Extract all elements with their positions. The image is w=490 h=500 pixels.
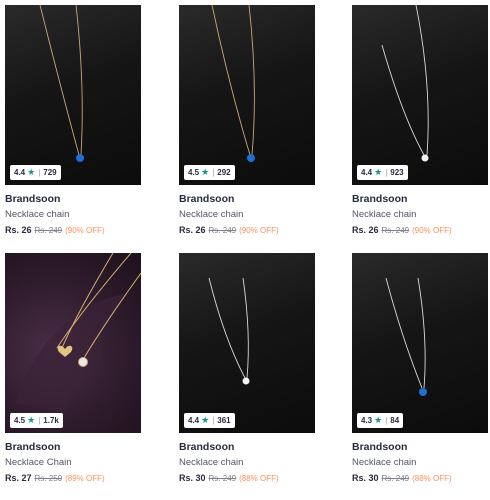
product-brand: Brandsoon [352, 441, 408, 453]
rating-badge: 4.4 ★ | 923 [357, 165, 408, 180]
price-row: Rs. 26 Rs. 249 (90% OFF) [5, 225, 141, 235]
product-name: Necklace chain [5, 209, 70, 220]
rating-badge: 4.5 ★ | 292 [184, 165, 235, 180]
discount: (90% OFF) [239, 226, 279, 235]
product-image[interactable]: 4.4 ★ | 729 [5, 5, 141, 185]
product-brand: Brandsoon [5, 193, 61, 205]
price-row: Rs. 26 Rs. 249 (90% OFF) [352, 225, 488, 235]
star-icon: ★ [374, 415, 383, 425]
star-icon: ★ [27, 415, 36, 425]
price-row: Rs. 30 Rs. 249 (88% OFF) [352, 473, 488, 483]
product-card[interactable]: 4.4 ★ | 729 Brandsoon Necklace chain Rs. 26… [5, 5, 141, 235]
price: Rs. 30 [352, 473, 379, 483]
price: Rs. 26 [179, 225, 206, 235]
discount: (90% OFF) [65, 226, 105, 235]
rating-badge: 4.5 ★ | 1.7k [10, 413, 63, 428]
price: Rs. 27 [5, 473, 32, 483]
discount: (88% OFF) [412, 474, 452, 483]
price-row: Rs. 26 Rs. 249 (90% OFF) [179, 225, 315, 235]
price: Rs. 30 [179, 473, 206, 483]
product-card[interactable]: 4.5 ★ | 292 Brandsoon Necklace chain Rs. 26… [179, 5, 315, 235]
product-card[interactable]: 4.3 ★ | 84 Brandsoon Necklace chain Rs. 30 … [352, 253, 488, 483]
discount: (88% OFF) [239, 474, 279, 483]
discount: (89% OFF) [65, 474, 105, 483]
product-image[interactable]: 4.4 ★ | 923 [352, 5, 488, 185]
product-brand: Brandsoon [179, 193, 235, 205]
price-row: Rs. 30 Rs. 249 (88% OFF) [179, 473, 315, 483]
product-card[interactable]: 4.4 ★ | 361 Brandsoon Necklace chain Rs. 30… [179, 253, 315, 483]
star-icon: ★ [27, 167, 36, 177]
star-icon: ★ [201, 415, 210, 425]
product-image[interactable]: 4.4 ★ | 361 [179, 253, 315, 433]
rating-badge: 4.4 ★ | 729 [10, 165, 61, 180]
product-name: Necklace chain [352, 457, 417, 468]
price: Rs. 26 [352, 225, 379, 235]
product-card[interactable]: 4.5 ★ | 1.7k Brandsoon Necklace Chain Rs. 2… [5, 253, 141, 483]
product-image[interactable]: 4.3 ★ | 84 [352, 253, 488, 433]
rating-badge: 4.3 ★ | 84 [357, 413, 404, 428]
product-card[interactable]: 4.4 ★ | 923 Brandsoon Necklace chain Rs. 26… [352, 5, 488, 235]
product-name: Necklace chain [179, 209, 244, 220]
rating-badge: 4.4 ★ | 361 [184, 413, 235, 428]
product-brand: Brandsoon [179, 441, 235, 453]
price-row: Rs. 27 Rs. 250 (89% OFF) [5, 473, 141, 483]
star-icon: ★ [374, 167, 383, 177]
product-name: Necklace chain [352, 209, 417, 220]
star-icon: ★ [201, 167, 210, 177]
mrp: Rs. 249 [208, 226, 237, 235]
mrp: Rs. 249 [208, 474, 237, 483]
product-name: Necklace Chain [5, 457, 72, 468]
product-image[interactable]: 4.5 ★ | 292 [179, 5, 315, 185]
discount: (90% OFF) [412, 226, 452, 235]
product-brand: Brandsoon [5, 441, 61, 453]
product-image[interactable]: 4.5 ★ | 1.7k [5, 253, 141, 433]
mrp: Rs. 250 [34, 474, 63, 483]
product-name: Necklace chain [179, 457, 244, 468]
product-brand: Brandsoon [352, 193, 408, 205]
mrp: Rs. 249 [381, 226, 410, 235]
mrp: Rs. 249 [34, 226, 63, 235]
price: Rs. 26 [5, 225, 32, 235]
mrp: Rs. 249 [381, 474, 410, 483]
